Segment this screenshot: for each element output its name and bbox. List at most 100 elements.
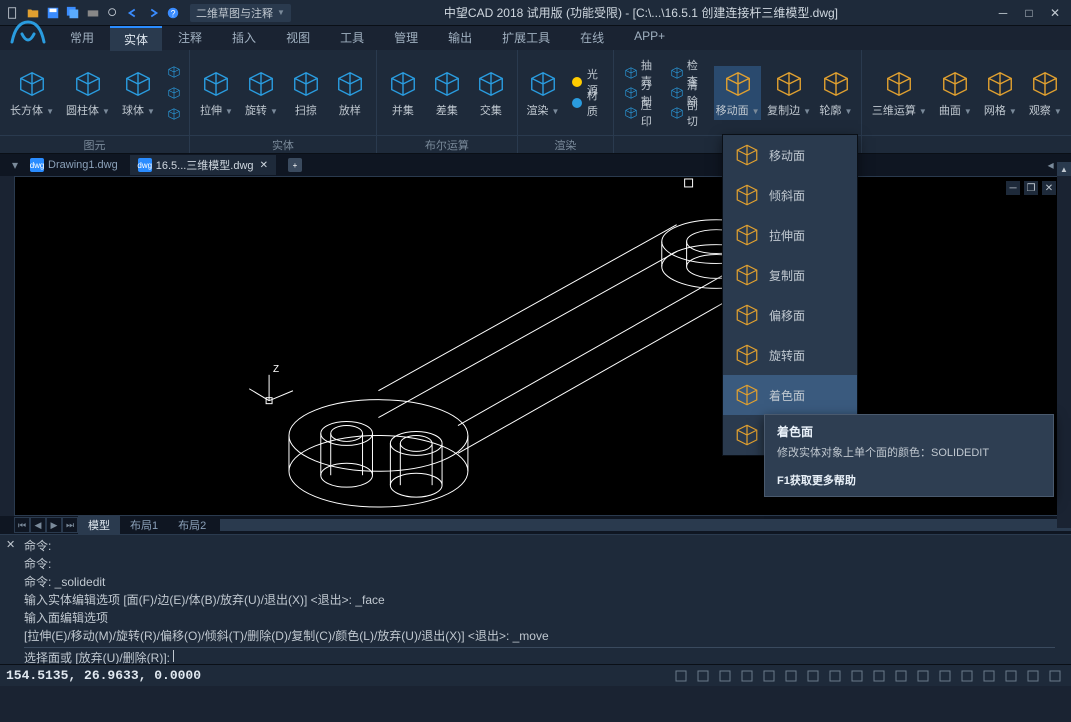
vertical-scrollbar[interactable]: ▲	[1057, 162, 1071, 528]
doc-tab[interactable]: dwgDrawing1.dwg	[22, 155, 126, 175]
copyedge-button[interactable]: 复制边 ▼	[765, 66, 813, 120]
window-controls: ─ □ ✕	[991, 3, 1067, 23]
menu-item-moveface[interactable]: 移动面	[723, 135, 857, 175]
status-a2-icon[interactable]	[891, 667, 911, 685]
tab-输出[interactable]: 输出	[434, 26, 486, 51]
command-window[interactable]: ✕ 命令:命令:命令: _solidedit输入实体编辑选项 [面(F)/边(E…	[0, 534, 1071, 664]
mesh-button[interactable]: 网格 ▼	[980, 66, 1021, 120]
scroll-up-icon[interactable]: ▲	[1057, 162, 1071, 176]
status-a9-icon[interactable]	[1045, 667, 1065, 685]
tab-注释[interactable]: 注释	[164, 26, 216, 51]
surface-button[interactable]: 曲面 ▼	[935, 66, 976, 120]
menu-item-extrudeface[interactable]: 拉伸面	[723, 215, 857, 255]
3dop-button[interactable]: 三维运算 ▼	[868, 66, 931, 120]
imprint-button[interactable]: 压印	[620, 103, 664, 123]
menu-item-offsetface[interactable]: 偏移面	[723, 295, 857, 335]
layout-prev-icon[interactable]: ◀	[30, 517, 46, 533]
status-lwt-icon[interactable]	[825, 667, 845, 685]
status-polar-icon[interactable]	[737, 667, 757, 685]
status-osnap-icon[interactable]	[759, 667, 779, 685]
layout-last-icon[interactable]: ⏭	[62, 517, 78, 533]
layout-tab-模型[interactable]: 模型	[78, 516, 120, 534]
cmd-close-icon[interactable]: ✕	[6, 537, 15, 554]
ribbon: 长方体 ▼圆柱体 ▼球体 ▼图元拉伸 ▼旋转 ▼扫掠放样实体并集差集交集布尔运算…	[0, 50, 1071, 154]
tab-常用[interactable]: 常用	[56, 26, 108, 51]
close-icon[interactable]: ✕	[260, 160, 268, 171]
intersect-button[interactable]: 交集	[471, 66, 511, 120]
surface-icon	[939, 68, 971, 100]
status-otrack-icon[interactable]	[781, 667, 801, 685]
loft-button[interactable]: 放样	[330, 66, 370, 120]
dwg-icon: dwg	[138, 158, 152, 172]
status-ortho-icon[interactable]	[715, 667, 735, 685]
status-model-icon[interactable]	[847, 667, 867, 685]
status-grid-icon[interactable]	[693, 667, 713, 685]
qat-saveall-icon[interactable]	[64, 4, 82, 22]
union-button[interactable]: 并集	[383, 66, 423, 120]
tab-实体[interactable]: 实体	[110, 26, 162, 51]
tab-扩展工具[interactable]: 扩展工具	[488, 26, 564, 51]
copyface-icon	[733, 261, 761, 289]
box-icon	[16, 68, 48, 100]
app-logo[interactable]	[4, 14, 52, 54]
layout-next-icon[interactable]: ▶	[46, 517, 62, 533]
subtract-button[interactable]: 差集	[427, 66, 467, 120]
status-a1-icon[interactable]	[869, 667, 889, 685]
maximize-button[interactable]: □	[1017, 3, 1041, 23]
wedge-button[interactable]	[163, 83, 183, 103]
moveface-button[interactable]: 移动面 ▼	[714, 66, 762, 120]
new-doc-tab[interactable]: +	[280, 156, 310, 174]
minimize-button[interactable]: ─	[991, 3, 1015, 23]
ribbon-panel-实体: 拉伸 ▼旋转 ▼扫掠放样实体	[190, 50, 377, 153]
profile-button[interactable]: 轮廓 ▼	[817, 66, 855, 120]
cone-icon	[167, 64, 181, 80]
status-a3-icon[interactable]	[913, 667, 933, 685]
qat-preview-icon[interactable]	[104, 4, 122, 22]
cmd-line: 输入实体编辑选项 [面(F)/边(E)/体(B)/放弃(U)/退出(X)] <退…	[24, 591, 1055, 609]
doc-tab-dropdown[interactable]: ▾	[12, 158, 18, 172]
material-button[interactable]: 材质	[566, 93, 607, 113]
doc-tab[interactable]: dwg16.5...三维模型.dwg✕	[130, 155, 276, 175]
status-a7-icon[interactable]	[1001, 667, 1021, 685]
status-a6-icon[interactable]	[979, 667, 999, 685]
status-coordinates[interactable]: 154.5135, 26.9633, 0.0000	[6, 668, 201, 683]
menu-item-rotateface[interactable]: 旋转面	[723, 335, 857, 375]
cone-button[interactable]	[163, 62, 183, 82]
tab-视图[interactable]: 视图	[272, 26, 324, 51]
layout-tab-布局1[interactable]: 布局1	[120, 516, 168, 534]
status-a5-icon[interactable]	[957, 667, 977, 685]
workspace-dropdown[interactable]: 二维草图与注释 ▼	[190, 4, 291, 22]
tab-APP+[interactable]: APP+	[620, 26, 679, 51]
status-a4-icon[interactable]	[935, 667, 955, 685]
menu-item-taperface[interactable]: 倾斜面	[723, 175, 857, 215]
status-a8-icon[interactable]	[1023, 667, 1043, 685]
sweep-button[interactable]: 扫掠	[286, 66, 326, 120]
layout-first-icon[interactable]: ⏮	[14, 517, 30, 533]
tab-插入[interactable]: 插入	[218, 26, 270, 51]
tab-管理[interactable]: 管理	[380, 26, 432, 51]
layout-tab-布局2[interactable]: 布局2	[168, 516, 216, 534]
view-button[interactable]: 观察 ▼	[1025, 66, 1066, 120]
layout-hscroll[interactable]	[220, 519, 1071, 531]
qat-plot-icon[interactable]	[84, 4, 102, 22]
extrude-button[interactable]: 拉伸 ▼	[196, 66, 237, 120]
tab-工具[interactable]: 工具	[326, 26, 378, 51]
menu-item-copyface[interactable]: 复制面	[723, 255, 857, 295]
revolve-button[interactable]: 旋转 ▼	[241, 66, 282, 120]
tab-在线[interactable]: 在线	[566, 26, 618, 51]
menu-item-colorface[interactable]: 着色面	[723, 375, 857, 415]
wedge-icon	[167, 85, 181, 101]
section-button[interactable]: 剖切	[666, 103, 710, 123]
cmd-line: 输入面编辑选项	[24, 609, 1055, 627]
torus-button[interactable]	[163, 104, 183, 124]
status-dyn-icon[interactable]	[803, 667, 823, 685]
status-snap-icon[interactable]	[671, 667, 691, 685]
qat-help-icon[interactable]: ?	[164, 4, 182, 22]
close-button[interactable]: ✕	[1043, 3, 1067, 23]
cylinder-button[interactable]: 圆柱体 ▼	[62, 66, 114, 120]
render-button[interactable]: 渲染 ▼	[524, 66, 562, 120]
sphere-button[interactable]: 球体 ▼	[118, 66, 159, 120]
qat-undo-icon[interactable]	[124, 4, 142, 22]
box-button[interactable]: 长方体 ▼	[6, 66, 58, 120]
qat-redo-icon[interactable]	[144, 4, 162, 22]
